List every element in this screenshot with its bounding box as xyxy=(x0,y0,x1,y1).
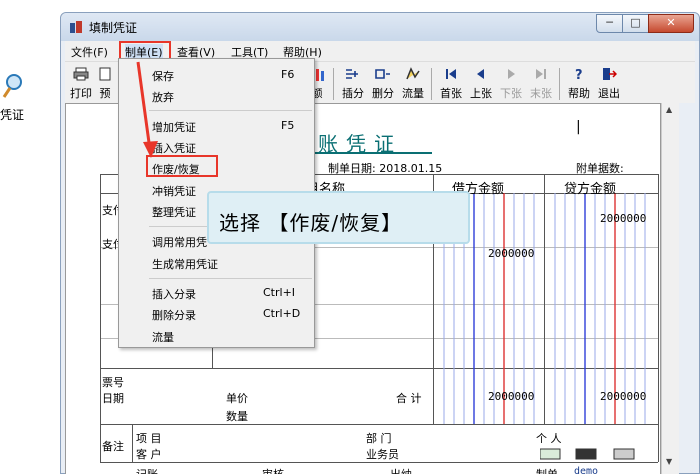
instruction-callout: 选择 【作废/恢复】 xyxy=(207,191,470,244)
instruction-text: 选择 【作废/恢复】 xyxy=(219,211,403,235)
